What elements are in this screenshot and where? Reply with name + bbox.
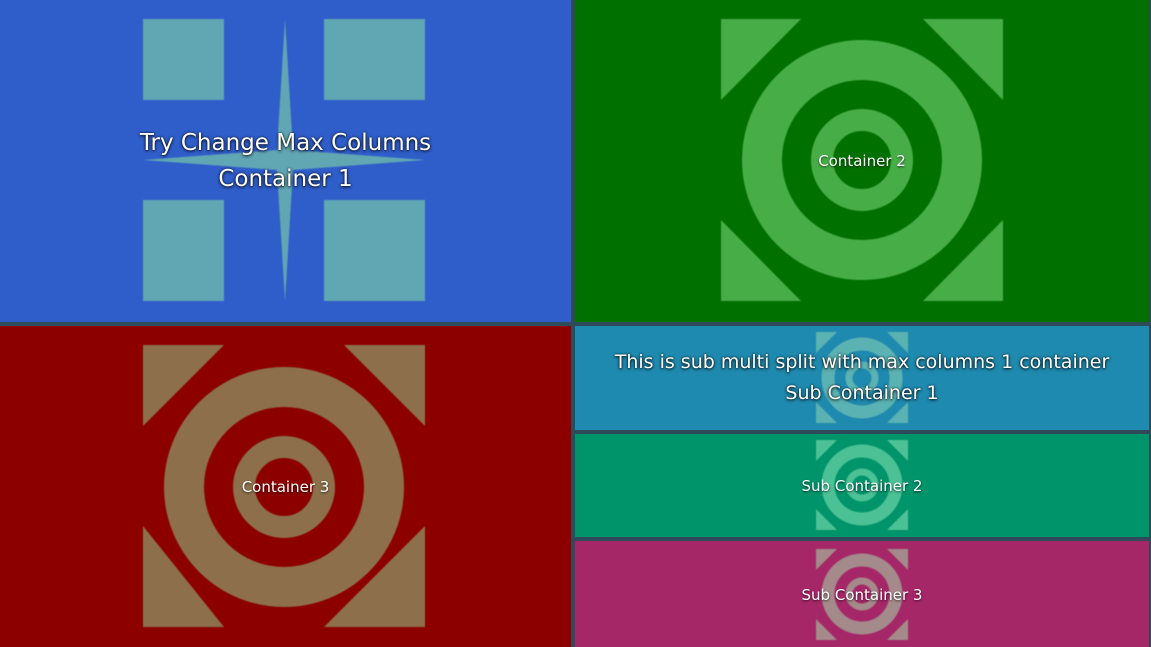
container-3[interactable]: Container 3 [0, 326, 571, 647]
sub-container-3-label: Sub Container 3 [801, 586, 923, 604]
sub-container-1-label: Sub Container 1 [785, 382, 939, 404]
container-2-label: Container 2 [818, 152, 906, 170]
container-3-label: Container 3 [241, 478, 330, 496]
sub-container-2-label: Sub Container 2 [801, 477, 923, 495]
sub-container-2[interactable]: Sub Container 2 [575, 434, 1149, 537]
sub-container-3[interactable]: Sub Container 3 [575, 541, 1149, 647]
container-2[interactable]: Container 2 [575, 0, 1149, 322]
container-1-label: Container 1 [218, 166, 353, 192]
sub-container-1-title: This is sub multi split with max columns… [614, 351, 1110, 373]
sub-container-1[interactable]: This is sub multi split with max columns… [575, 326, 1149, 430]
container-1-title: Try Change Max Columns [139, 130, 432, 156]
container-1[interactable]: Try Change Max Columns Container 1 [0, 0, 571, 322]
